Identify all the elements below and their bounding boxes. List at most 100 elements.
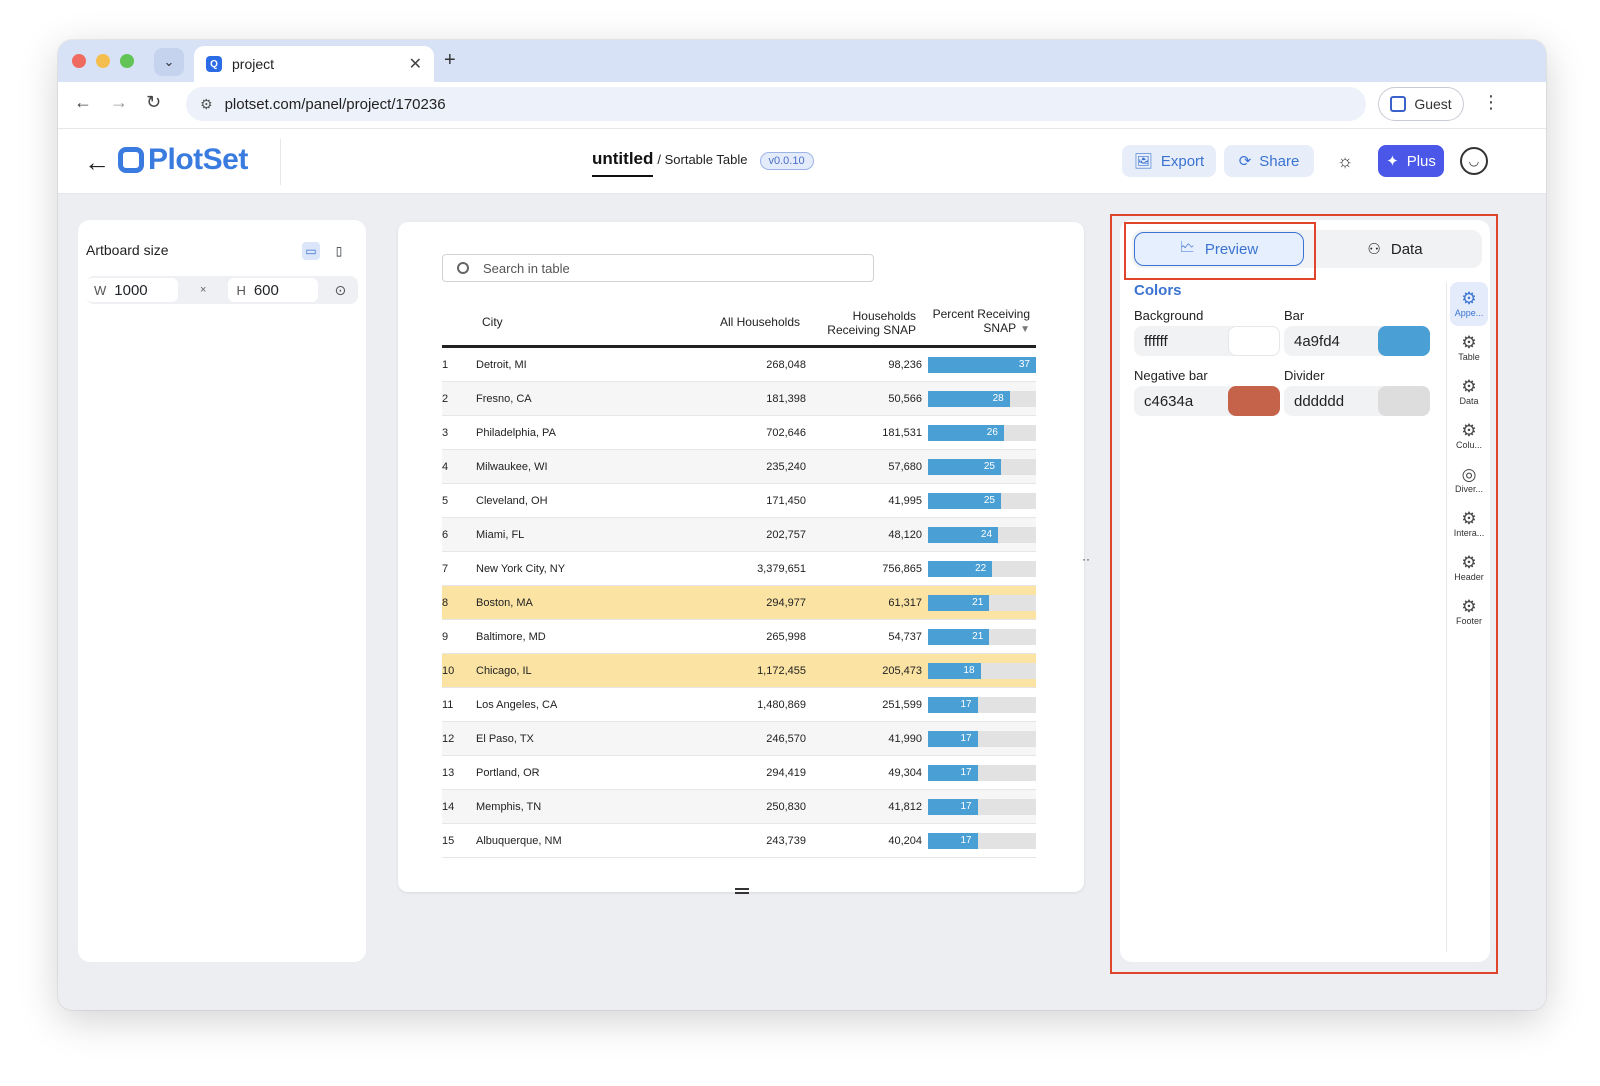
sort-arrow-icon[interactable]: ▼	[1020, 324, 1030, 335]
side-tab-7[interactable]: ⚙ Footer	[1450, 590, 1488, 634]
table-row[interactable]: 11 Los Angeles, CA 1,480,869 251,599 17	[442, 688, 1036, 722]
back-icon[interactable]: ←	[74, 92, 92, 113]
percent-bar-fill: 22	[928, 560, 993, 577]
side-tab-5[interactable]: ⚙ Intera...	[1450, 502, 1488, 546]
header-all-households[interactable]: All Households	[720, 315, 800, 329]
bar-swatch[interactable]	[1378, 326, 1430, 356]
row-households-snap: 40,204	[888, 834, 922, 847]
row-rank: 12	[442, 732, 455, 745]
resize-handle-right[interactable]: ··	[1082, 552, 1090, 566]
row-households-snap: 50,566	[888, 392, 922, 405]
row-city: Milwaukee, WI	[476, 460, 548, 473]
share-label: Share	[1259, 152, 1300, 170]
export-button[interactable]: 🖼 Export	[1122, 145, 1216, 177]
aspect-lock-icon[interactable]: ⊙	[334, 282, 346, 299]
background-color-field[interactable]: ffffff	[1134, 326, 1280, 356]
height-field[interactable]: H 600	[228, 278, 319, 302]
table-row[interactable]: 12 El Paso, TX 246,570 41,990 17	[442, 722, 1036, 756]
new-tab-icon[interactable]: +	[444, 49, 456, 72]
sun-icon: ☼	[1336, 150, 1354, 171]
data-tree-icon: ⚇	[1367, 241, 1381, 258]
desktop-icon[interactable]: ▭	[302, 242, 320, 260]
row-households-snap: 756,865	[882, 562, 922, 575]
close-window-button[interactable]	[72, 54, 86, 68]
reload-icon[interactable]: ↻	[146, 92, 161, 113]
tab-data[interactable]: ⚇ Data	[1350, 232, 1440, 266]
row-rank: 14	[442, 800, 455, 813]
theme-toggle-button[interactable]: ☼	[1330, 145, 1360, 177]
side-tab-0[interactable]: ⚙ Appe...	[1450, 282, 1488, 326]
bar-color-field[interactable]: 4a9fd4	[1284, 326, 1430, 356]
width-field[interactable]: W 1000	[86, 278, 178, 302]
guest-label: Guest	[1414, 96, 1452, 112]
close-tab-icon[interactable]: ✕	[409, 54, 422, 74]
table-row[interactable]: 9 Baltimore, MD 265,998 54,737 21	[442, 620, 1036, 654]
row-all-households: 171,450	[766, 494, 806, 507]
more-menu-icon[interactable]: ⋮	[1482, 92, 1500, 113]
user-avatar-icon[interactable]: ◡	[1460, 147, 1488, 175]
table-row[interactable]: 2 Fresno, CA 181,398 50,566 28	[442, 382, 1036, 416]
row-rank: 4	[442, 460, 449, 473]
guest-profile-button[interactable]: Guest	[1378, 87, 1464, 121]
tab-preview[interactable]: 🗠 Preview	[1134, 232, 1304, 266]
maximize-window-button[interactable]	[120, 54, 134, 68]
table-row[interactable]: 8 Boston, MA 294,977 61,317 21	[442, 586, 1036, 620]
row-all-households: 243,739	[766, 834, 806, 847]
table-row[interactable]: 1 Detroit, MI 268,048 98,236 37	[442, 348, 1036, 382]
back-arrow-icon[interactable]: ←	[84, 147, 110, 178]
side-tab-2[interactable]: ⚙ Data	[1450, 370, 1488, 414]
url-text: plotset.com/panel/project/170236	[224, 95, 446, 113]
table-row[interactable]: 13 Portland, OR 294,419 49,304 17	[442, 756, 1036, 790]
side-tab-6[interactable]: ⚙ Header	[1450, 546, 1488, 590]
plotset-logo[interactable]: PlotSet	[118, 143, 248, 177]
forward-icon[interactable]: →	[110, 92, 128, 113]
mobile-icon[interactable]: ▯	[330, 242, 348, 260]
table-row[interactable]: 10 Chicago, IL 1,172,455 205,473 18	[442, 654, 1036, 688]
row-percent-bar: 17	[928, 730, 1036, 747]
table-row[interactable]: 15 Albuquerque, NM 243,739 40,204 17	[442, 824, 1036, 858]
header-hh-line1: Households	[852, 309, 916, 323]
site-settings-icon[interactable]: ⚙	[200, 96, 213, 113]
side-tab-3[interactable]: ⚙ Colu...	[1450, 414, 1488, 458]
resize-handle-bottom[interactable]	[735, 888, 749, 894]
header-percent-snap[interactable]: Percent Receiving SNAP ▼	[933, 307, 1030, 337]
divider-swatch[interactable]	[1378, 386, 1430, 416]
table-row[interactable]: 6 Miami, FL 202,757 48,120 24	[442, 518, 1036, 552]
row-city: Cleveland, OH	[476, 494, 548, 507]
negative-bar-swatch[interactable]	[1228, 386, 1280, 416]
row-all-households: 181,398	[766, 392, 806, 405]
minimize-window-button[interactable]	[96, 54, 110, 68]
chart-canvas: Search in table City All Households Hous…	[398, 222, 1084, 894]
preview-label: Preview	[1204, 240, 1259, 258]
browser-tab[interactable]: Q project ✕	[194, 46, 434, 82]
project-title[interactable]: untitled	[592, 149, 654, 177]
percent-bar-fill: 28	[928, 390, 1010, 407]
chevron-down-icon[interactable]: ⌄	[154, 48, 184, 76]
table-row[interactable]: 4 Milwaukee, WI 235,240 57,680 25	[442, 450, 1036, 484]
table-row[interactable]: 14 Memphis, TN 250,830 41,812 17	[442, 790, 1036, 824]
table-body: 1 Detroit, MI 268,048 98,236 37 2 Fresno, CA 18…	[442, 348, 1036, 858]
header-households-snap[interactable]: Households Receiving SNAP	[827, 309, 916, 337]
row-all-households: 1,172,455	[757, 664, 806, 677]
address-bar[interactable]: ⚙ plotset.com/panel/project/170236	[186, 87, 1366, 121]
table-row[interactable]: 7 New York City, NY 3,379,651 756,865 22	[442, 552, 1036, 586]
background-swatch[interactable]	[1228, 326, 1280, 356]
row-rank: 15	[442, 834, 455, 847]
plotset-favicon-icon: Q	[206, 56, 222, 72]
plotset-logo-icon	[118, 147, 144, 173]
percent-bar-fill: 21	[928, 628, 990, 645]
divider-value: dddddd	[1294, 392, 1345, 410]
header-city[interactable]: City	[482, 315, 503, 329]
share-button[interactable]: ⟳ Share	[1224, 145, 1314, 177]
side-tab-1[interactable]: ⚙ Table	[1450, 326, 1488, 370]
table-row[interactable]: 5 Cleveland, OH 171,450 41,995 25	[442, 484, 1036, 518]
divider-color-field[interactable]: dddddd	[1284, 386, 1430, 416]
side-tab-4[interactable]: ◎ Diver...	[1450, 458, 1488, 502]
row-all-households: 294,977	[766, 596, 806, 609]
negative-bar-color-field[interactable]: c4634a	[1134, 386, 1280, 416]
height-label: H	[236, 282, 246, 298]
table-row[interactable]: 3 Philadelphia, PA 702,646 181,531 26	[442, 416, 1036, 450]
plus-button[interactable]: ✦ Plus	[1378, 145, 1444, 177]
header-pct-line1: Percent Receiving	[932, 307, 1030, 321]
table-search-input[interactable]: Search in table	[442, 254, 874, 282]
